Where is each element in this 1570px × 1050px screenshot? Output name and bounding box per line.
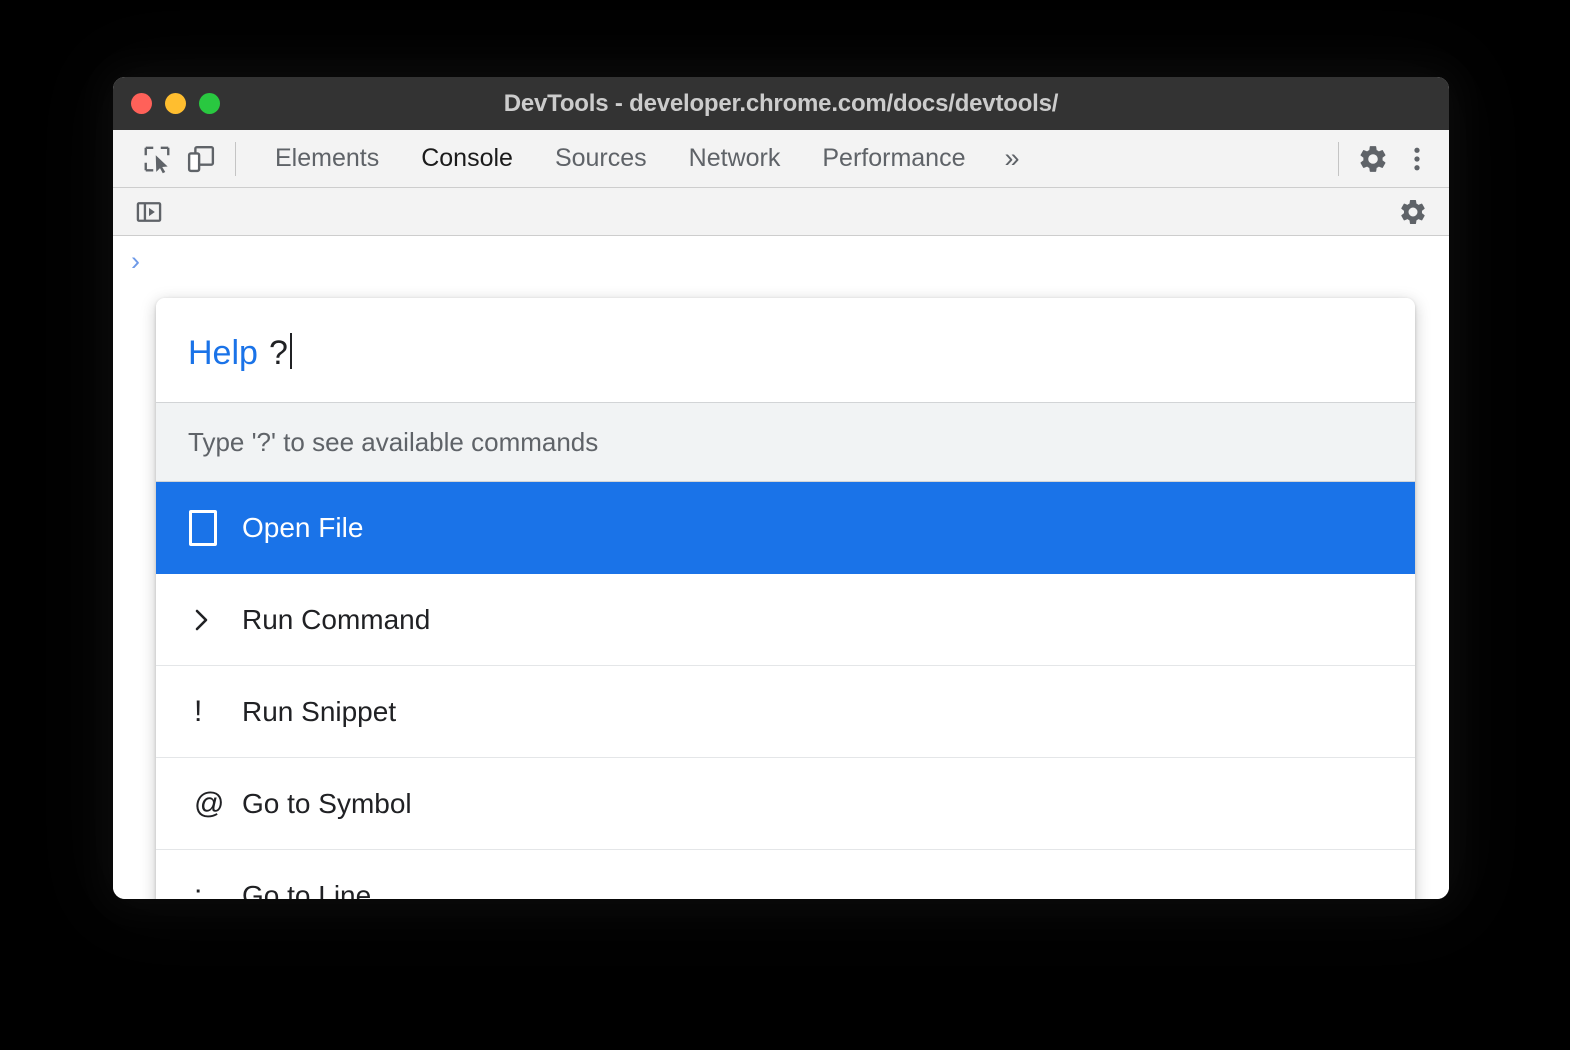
devtools-main-toolbar: Elements Console Sources Network Perform…	[113, 130, 1449, 188]
panel-tabs: Elements Console Sources Network Perform…	[254, 143, 1038, 174]
more-vertical-icon	[1402, 144, 1432, 174]
console-toolbar-right-group	[1391, 190, 1435, 234]
minimize-button[interactable]	[165, 93, 186, 114]
console-prompt-row[interactable]: ›	[113, 236, 1449, 288]
inspect-element-button[interactable]	[135, 137, 179, 181]
exclamation-icon: !	[186, 697, 242, 727]
command-menu-list: Open File Run Command !	[156, 482, 1415, 899]
command-item-label: Go to Line	[242, 880, 371, 899]
window-title: DevTools - developer.chrome.com/docs/dev…	[113, 90, 1449, 118]
command-menu-input-row[interactable]: Help ?	[156, 298, 1415, 402]
inspect-element-icon	[142, 144, 172, 174]
toolbar-divider-right	[1338, 142, 1339, 176]
console-sidebar-toggle-button[interactable]	[127, 190, 171, 234]
command-item-label: Go to Symbol	[242, 788, 412, 820]
zoom-button[interactable]	[199, 93, 220, 114]
device-toolbar-button[interactable]	[179, 137, 223, 181]
command-item-label: Open File	[242, 512, 363, 544]
toolbar-divider	[235, 142, 236, 176]
text-cursor	[290, 333, 292, 369]
devtools-window: DevTools - developer.chrome.com/docs/dev…	[113, 77, 1449, 899]
command-item-label: Run Command	[242, 604, 430, 636]
settings-button[interactable]	[1351, 137, 1395, 181]
console-settings-button[interactable]	[1391, 190, 1435, 234]
show-console-sidebar-icon	[135, 198, 163, 226]
command-menu-query: Help ?	[188, 328, 292, 373]
command-menu-dialog: Help ? Type '?' to see available command…	[156, 298, 1415, 899]
more-tabs-button[interactable]: »	[986, 143, 1037, 174]
console-prompt-icon: ›	[131, 248, 140, 275]
gear-icon	[1357, 143, 1389, 175]
tab-network[interactable]: Network	[668, 144, 802, 173]
command-item-open-file[interactable]: Open File	[156, 482, 1415, 574]
command-item-run-command[interactable]: Run Command	[156, 574, 1415, 666]
chevron-right-icon	[186, 605, 242, 635]
console-toolbar	[113, 188, 1449, 236]
file-icon	[186, 510, 242, 546]
tab-performance[interactable]: Performance	[801, 144, 986, 173]
command-item-run-snippet[interactable]: ! Run Snippet	[156, 666, 1415, 758]
query-prefix-chip: Help	[188, 334, 258, 373]
device-toggle-icon	[186, 144, 216, 174]
tab-console[interactable]: Console	[400, 144, 534, 173]
command-menu-hint: Type '?' to see available commands	[156, 402, 1415, 482]
at-sign-icon: @	[186, 789, 242, 819]
window-controls	[131, 77, 220, 130]
gear-icon	[1398, 197, 1428, 227]
close-button[interactable]	[131, 93, 152, 114]
more-options-button[interactable]	[1395, 137, 1439, 181]
command-item-go-to-symbol[interactable]: @ Go to Symbol	[156, 758, 1415, 850]
console-panel: › Help ? Type '?' to see available comma…	[113, 188, 1449, 899]
command-item-go-to-line[interactable]: : Go to Line	[156, 850, 1415, 899]
tab-sources[interactable]: Sources	[534, 144, 668, 173]
colon-icon: :	[186, 881, 242, 899]
window-titlebar: DevTools - developer.chrome.com/docs/dev…	[113, 77, 1449, 130]
command-item-label: Run Snippet	[242, 696, 396, 728]
query-text: ?	[269, 334, 288, 373]
toolbar-right-group	[1326, 137, 1449, 181]
tab-elements[interactable]: Elements	[254, 144, 400, 173]
